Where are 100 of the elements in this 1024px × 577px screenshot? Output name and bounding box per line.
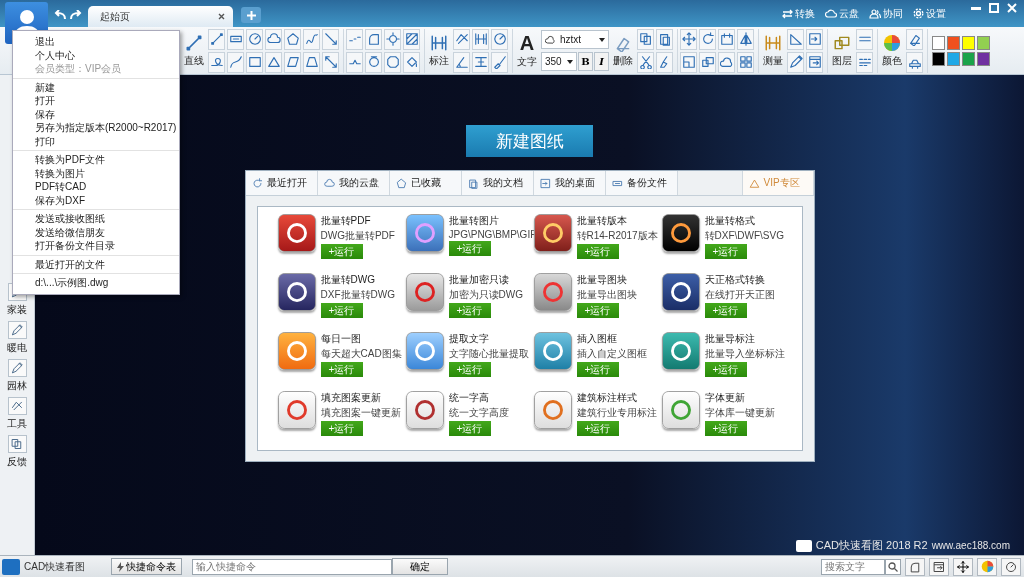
tool-button[interactable] bbox=[699, 28, 716, 50]
tool-button[interactable] bbox=[227, 51, 244, 73]
tool-button[interactable] bbox=[384, 51, 401, 73]
tool-button[interactable] bbox=[472, 51, 489, 73]
tool-button[interactable] bbox=[656, 51, 673, 73]
bold-button[interactable]: B bbox=[578, 52, 593, 71]
tool-button[interactable] bbox=[346, 51, 363, 73]
tool-button[interactable] bbox=[637, 51, 654, 73]
menu-item[interactable]: 打开备份文件目录 bbox=[13, 239, 179, 253]
close-icon[interactable] bbox=[218, 13, 225, 20]
tool-button[interactable] bbox=[303, 28, 320, 50]
menu-item[interactable]: 保存为DXF bbox=[13, 193, 179, 207]
menu-item[interactable]: 发送或接收图纸 bbox=[13, 212, 179, 226]
tool-button[interactable] bbox=[906, 51, 923, 73]
menu-item[interactable]: 打印 bbox=[13, 134, 179, 148]
tool-button[interactable] bbox=[265, 28, 282, 50]
run-button[interactable]: +运行 bbox=[576, 244, 619, 259]
color-swatch[interactable] bbox=[947, 35, 960, 50]
color-swatch[interactable] bbox=[932, 51, 945, 66]
color-swatch[interactable] bbox=[962, 51, 975, 66]
tool-button[interactable] bbox=[246, 51, 263, 73]
app-icon[interactable] bbox=[277, 214, 316, 252]
tool-button[interactable] bbox=[303, 51, 320, 73]
tool-button[interactable] bbox=[737, 28, 754, 50]
run-button[interactable]: +运行 bbox=[704, 303, 747, 318]
tool-button[interactable] bbox=[787, 28, 804, 50]
tool-button[interactable] bbox=[491, 51, 508, 73]
panel-tab[interactable]: 我的文档 bbox=[461, 171, 534, 195]
toolbar-button[interactable]: 标注 bbox=[427, 28, 451, 73]
run-button[interactable]: +运行 bbox=[704, 421, 747, 436]
menu-item[interactable]: d:\...\示例图.dwg bbox=[13, 276, 179, 290]
toolbar-button[interactable]: 颜色 bbox=[880, 28, 904, 73]
titlebar-button[interactable]: 协同 bbox=[869, 6, 903, 21]
document-tab[interactable]: 起始页 bbox=[88, 6, 233, 27]
app-icon[interactable] bbox=[661, 273, 700, 311]
panel-tab[interactable]: 备份文件 bbox=[605, 171, 678, 195]
tool-button[interactable] bbox=[208, 28, 225, 50]
status-button[interactable] bbox=[953, 557, 973, 576]
menu-item[interactable]: 保存 bbox=[13, 107, 179, 121]
tool-button[interactable] bbox=[403, 28, 420, 50]
tool-button[interactable] bbox=[403, 51, 420, 73]
menu-item[interactable]: 打开 bbox=[13, 94, 179, 108]
menu-item[interactable]: 转换为PDF文件 bbox=[13, 153, 179, 167]
color-swatch[interactable] bbox=[977, 51, 990, 66]
size-dropdown[interactable]: 350 bbox=[541, 52, 577, 71]
tool-button[interactable] bbox=[384, 28, 401, 50]
color-swatch[interactable] bbox=[932, 35, 945, 50]
status-button[interactable] bbox=[1001, 557, 1021, 576]
app-icon[interactable] bbox=[277, 273, 316, 311]
tool-button[interactable] bbox=[699, 51, 716, 73]
command-input[interactable]: 输入快捷命令 bbox=[192, 558, 393, 575]
tool-button[interactable] bbox=[284, 28, 301, 50]
italic-button[interactable]: I bbox=[594, 52, 609, 71]
tool-button[interactable] bbox=[491, 28, 508, 50]
tool-button[interactable] bbox=[718, 28, 735, 50]
menu-item[interactable]: 个人中心 bbox=[13, 48, 179, 62]
tool-button[interactable] bbox=[637, 28, 654, 50]
tool-button[interactable] bbox=[856, 51, 873, 73]
toolbar-button[interactable]: 删除 bbox=[611, 28, 635, 73]
tool-button[interactable] bbox=[787, 51, 804, 73]
panel-tab[interactable]: 已收藏 bbox=[389, 171, 462, 195]
app-icon[interactable] bbox=[661, 214, 700, 252]
titlebar-button[interactable]: 云盘 bbox=[825, 6, 859, 21]
tool-button[interactable] bbox=[246, 28, 263, 50]
confirm-button[interactable]: 确定 bbox=[392, 558, 449, 575]
run-button[interactable]: +运行 bbox=[576, 362, 619, 377]
run-button[interactable]: +运行 bbox=[448, 241, 491, 256]
panel-tab[interactable]: 我的桌面 bbox=[533, 171, 606, 195]
menu-item[interactable]: 最近打开的文件 bbox=[13, 257, 179, 271]
panel-tab[interactable]: 我的云盘 bbox=[317, 171, 390, 195]
tool-button[interactable] bbox=[656, 28, 673, 50]
tool-button[interactable] bbox=[906, 28, 923, 50]
run-button[interactable]: +运行 bbox=[704, 244, 747, 259]
tool-button[interactable] bbox=[718, 51, 735, 73]
tool-button[interactable] bbox=[453, 28, 470, 50]
tool-button[interactable] bbox=[284, 51, 301, 73]
font-dropdown[interactable]: hztxt bbox=[541, 30, 609, 49]
run-button[interactable]: +运行 bbox=[576, 421, 619, 436]
tool-button[interactable] bbox=[680, 28, 697, 50]
tool-button[interactable] bbox=[227, 28, 244, 50]
run-button[interactable]: +运行 bbox=[320, 244, 363, 259]
titlebar-button[interactable]: 设置 bbox=[913, 6, 946, 21]
run-button[interactable]: +运行 bbox=[320, 362, 363, 377]
tool-button[interactable] bbox=[806, 28, 823, 50]
run-button[interactable]: +运行 bbox=[320, 303, 363, 318]
shortcut-list-button[interactable]: 快捷命令表 bbox=[111, 558, 183, 575]
menu-item[interactable]: PDF转CAD bbox=[13, 180, 179, 194]
menu-item[interactable]: 另存为指定版本(R2000~R2017) bbox=[13, 121, 179, 135]
status-button[interactable] bbox=[929, 557, 949, 576]
menu-item[interactable]: 发送给微信朋友 bbox=[13, 225, 179, 239]
titlebar-button[interactable]: 转换 bbox=[782, 6, 815, 21]
run-button[interactable]: +运行 bbox=[576, 303, 619, 318]
toolbar-button[interactable]: 图层 bbox=[830, 28, 854, 73]
text-button[interactable]: A 文字 bbox=[515, 28, 539, 73]
tool-button[interactable] bbox=[208, 51, 225, 73]
maximize-icon[interactable] bbox=[988, 3, 1000, 13]
tool-button[interactable] bbox=[856, 28, 873, 50]
search-field[interactable]: 搜索文字 bbox=[821, 558, 885, 575]
tool-button[interactable] bbox=[365, 51, 382, 73]
tool-button[interactable] bbox=[365, 28, 382, 50]
